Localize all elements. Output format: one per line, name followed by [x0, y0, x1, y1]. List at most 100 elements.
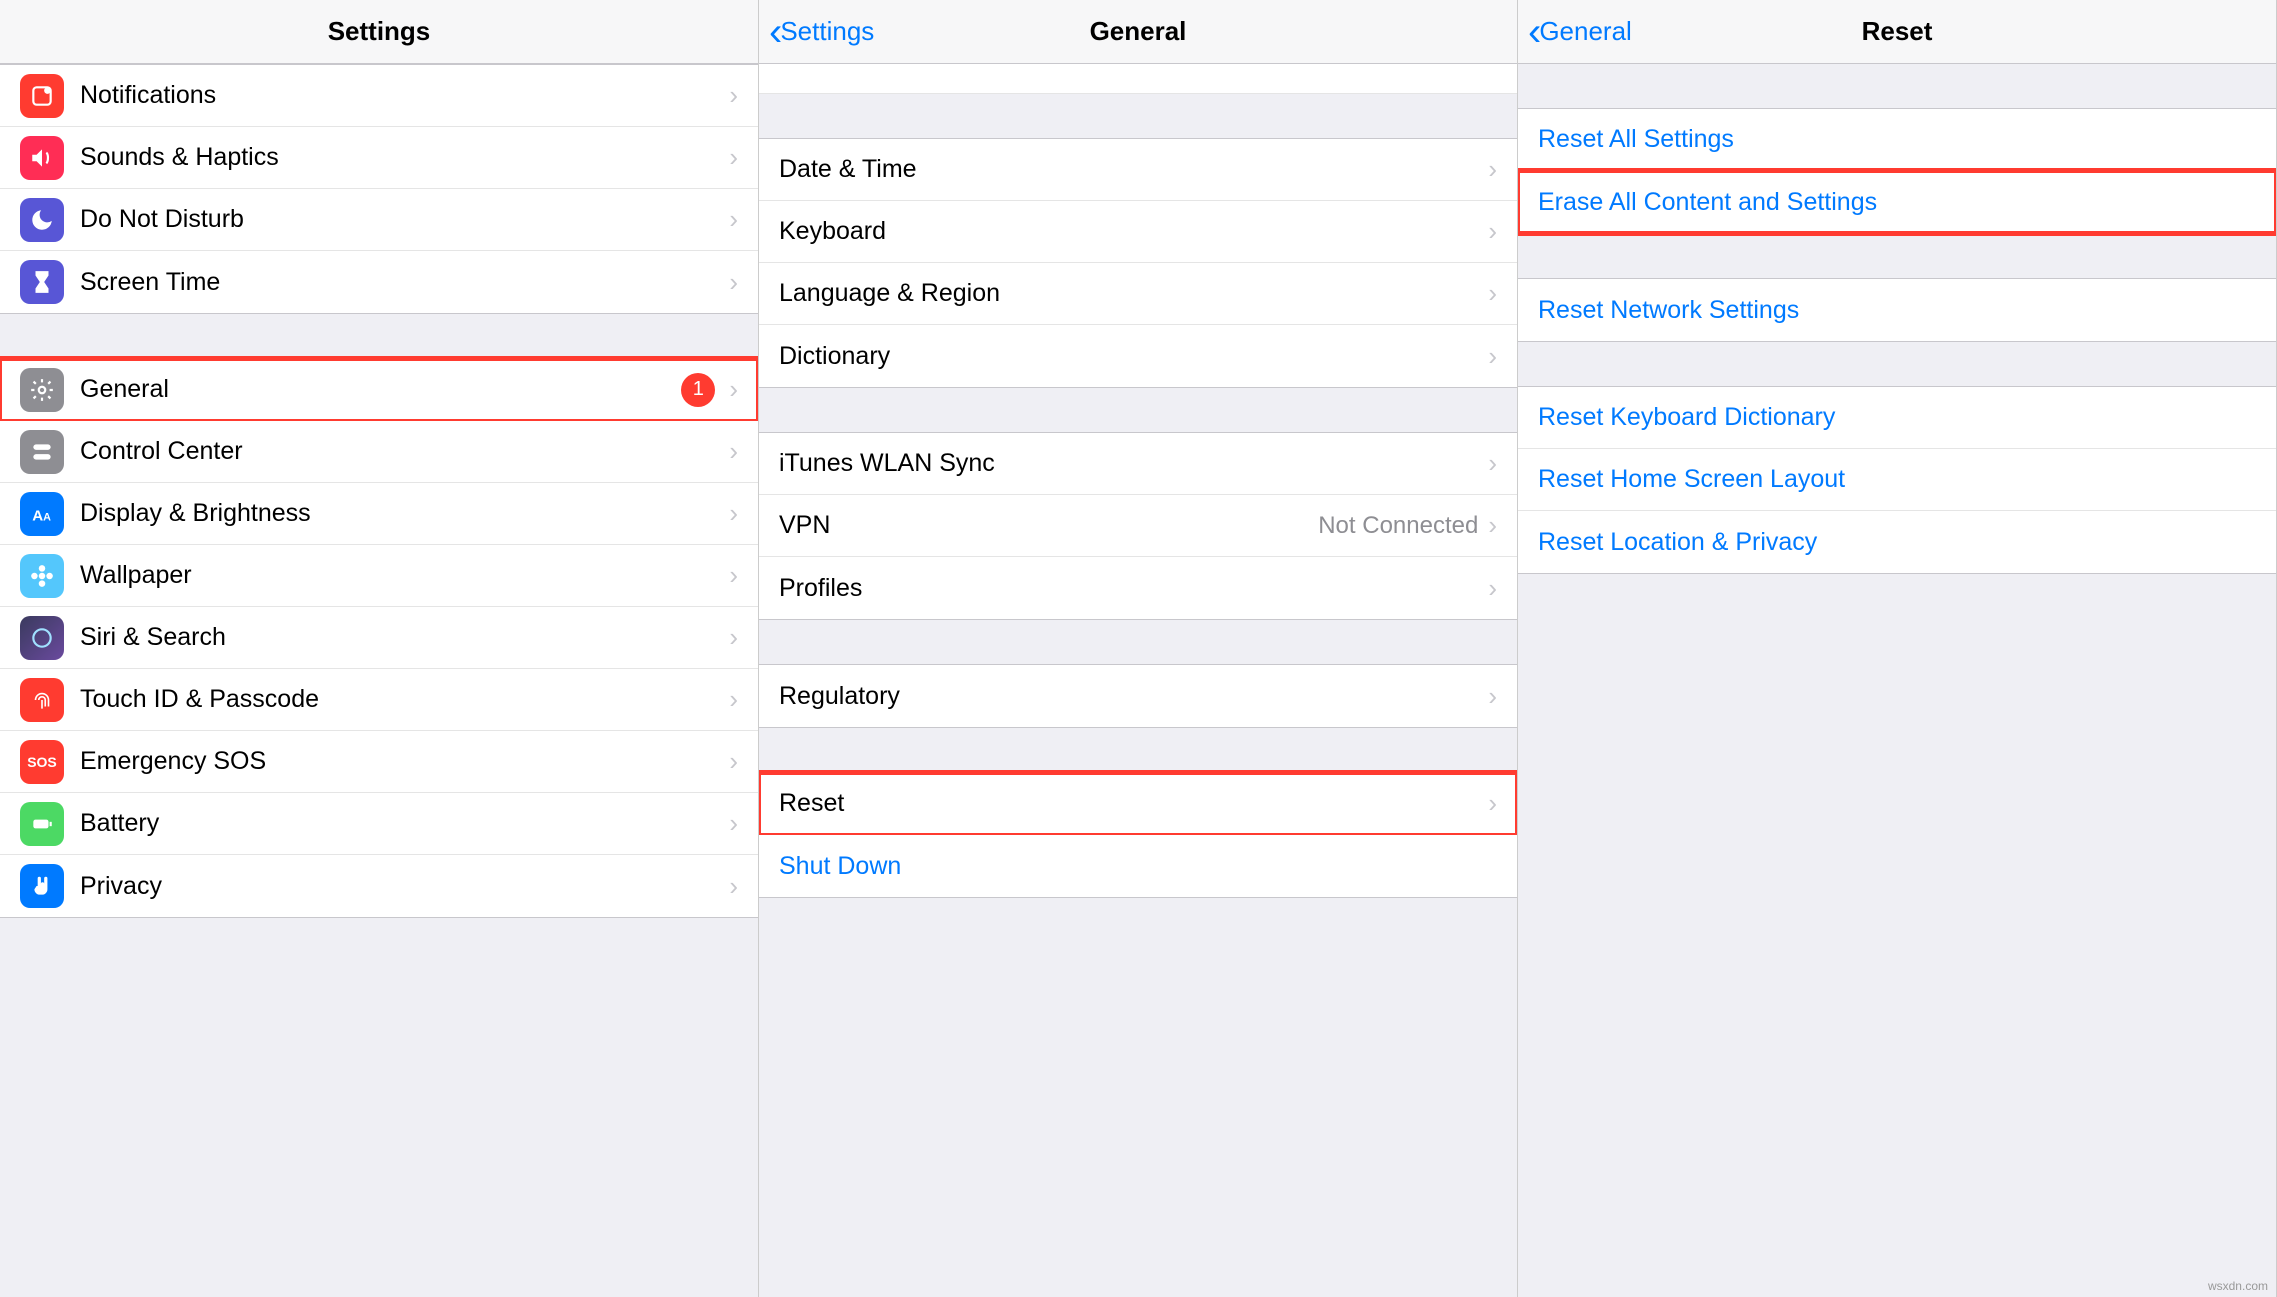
row-label: Reset All Settings [1538, 125, 2256, 154]
text-size-icon: AA [20, 492, 64, 536]
row-label: General [80, 375, 681, 404]
row-label: Regulatory [779, 682, 1488, 711]
navbar-general: ‹ Settings General [759, 0, 1517, 64]
page-title: General [1090, 16, 1187, 47]
row-reset-all-settings[interactable]: Reset All Settings [1518, 109, 2276, 171]
row-reset-location-privacy[interactable]: Reset Location & Privacy [1518, 511, 2276, 573]
row-label: Date & Time [779, 155, 1488, 184]
chevron-right-icon: › [729, 142, 738, 173]
row-vpn[interactable]: VPNNot Connected › [759, 495, 1517, 557]
section-spacer [759, 388, 1517, 432]
reset-list: Reset All Settings Erase All Content and… [1518, 64, 2276, 1297]
row-screen-time[interactable]: Screen Time › [0, 251, 758, 313]
row-do-not-disturb[interactable]: Do Not Disturb › [0, 189, 758, 251]
row-regulatory[interactable]: Regulatory› [759, 665, 1517, 727]
svg-text:A: A [32, 507, 43, 524]
row-label: Notifications [80, 81, 729, 110]
row-keyboard[interactable]: Keyboard› [759, 201, 1517, 263]
chevron-right-icon: › [729, 436, 738, 467]
section-spacer [0, 314, 758, 358]
row-erase-all-content-settings[interactable]: Erase All Content and Settings [1518, 171, 2276, 233]
sos-icon: SOS [20, 740, 64, 784]
row-label: Emergency SOS [80, 747, 729, 776]
chevron-right-icon: › [1488, 573, 1497, 604]
row-label: Control Center [80, 437, 729, 466]
page-title: Reset [1862, 16, 1933, 47]
chevron-right-icon: › [729, 80, 738, 111]
row-reset-network-settings[interactable]: Reset Network Settings [1518, 279, 2276, 341]
row-label: Reset Network Settings [1538, 296, 2256, 325]
section-spacer [1518, 342, 2276, 386]
general-list: Date & Time› Keyboard› Language & Region… [759, 64, 1517, 1297]
chevron-right-icon: › [1488, 510, 1497, 541]
row-reset-keyboard-dictionary[interactable]: Reset Keyboard Dictionary [1518, 387, 2276, 449]
row-date-time[interactable]: Date & Time› [759, 139, 1517, 201]
gear-icon [20, 368, 64, 412]
hourglass-icon [20, 260, 64, 304]
row-label: Reset Location & Privacy [1538, 528, 2256, 557]
row-label: Reset [779, 789, 1488, 818]
row-dictionary[interactable]: Dictionary› [759, 325, 1517, 387]
row-profiles[interactable]: Profiles› [759, 557, 1517, 619]
row-label: VPN [779, 511, 1318, 540]
chevron-right-icon: › [729, 871, 738, 902]
notifications-icon [20, 74, 64, 118]
back-button[interactable]: ‹ Settings [769, 12, 874, 52]
row-privacy[interactable]: Privacy › [0, 855, 758, 917]
row-label: Keyboard [779, 217, 1488, 246]
row-notifications[interactable]: Notifications › [0, 65, 758, 127]
svg-text:A: A [43, 511, 51, 523]
chevron-right-icon: › [729, 622, 738, 653]
chevron-right-icon: › [1488, 341, 1497, 372]
section-spacer [759, 620, 1517, 664]
row-label: Profiles [779, 574, 1488, 603]
row-reset[interactable]: Reset› [759, 773, 1517, 835]
row-label: Language & Region [779, 279, 1488, 308]
row-label: Battery [80, 809, 729, 838]
back-label: Settings [780, 16, 874, 47]
chevron-right-icon: › [1488, 448, 1497, 479]
navbar-settings: Settings [0, 0, 758, 64]
row-label: Siri & Search [80, 623, 729, 652]
row-label: Dictionary [779, 342, 1488, 371]
row-label: Shut Down [779, 852, 1497, 881]
back-button[interactable]: ‹ General [1528, 12, 1632, 52]
chevron-right-icon: › [1488, 681, 1497, 712]
row-wallpaper[interactable]: Wallpaper › [0, 545, 758, 607]
chevron-right-icon: › [729, 498, 738, 529]
row-label: Do Not Disturb [80, 205, 729, 234]
row-label: iTunes WLAN Sync [779, 449, 1488, 478]
chevron-right-icon: › [1488, 788, 1497, 819]
chevron-right-icon: › [729, 808, 738, 839]
toggles-icon [20, 430, 64, 474]
sounds-icon [20, 136, 64, 180]
row-emergency-sos[interactable]: SOS Emergency SOS › [0, 731, 758, 793]
row-siri-search[interactable]: Siri & Search › [0, 607, 758, 669]
row-display-brightness[interactable]: AA Display & Brightness › [0, 483, 758, 545]
battery-icon [20, 802, 64, 846]
navbar-reset: ‹ General Reset [1518, 0, 2276, 64]
section-spacer [759, 94, 1517, 138]
watermark: wsxdn.com [2208, 1279, 2268, 1293]
siri-icon [20, 616, 64, 660]
row-touch-id-passcode[interactable]: Touch ID & Passcode › [0, 669, 758, 731]
row-itunes-wlan-sync[interactable]: iTunes WLAN Sync› [759, 433, 1517, 495]
row-detail: Not Connected [1318, 512, 1478, 540]
row-label: Touch ID & Passcode [80, 685, 729, 714]
row-label: Screen Time [80, 268, 729, 297]
chevron-right-icon: › [729, 746, 738, 777]
row-general[interactable]: General 1 › [0, 359, 758, 421]
row-sounds-haptics[interactable]: Sounds & Haptics › [0, 127, 758, 189]
row-shut-down[interactable]: Shut Down [759, 835, 1517, 897]
row-language-region[interactable]: Language & Region› [759, 263, 1517, 325]
row-battery[interactable]: Battery › [0, 793, 758, 855]
row-reset-home-screen-layout[interactable]: Reset Home Screen Layout [1518, 449, 2276, 511]
row-label: Sounds & Haptics [80, 143, 729, 172]
row-label: Display & Brightness [80, 499, 729, 528]
row-control-center[interactable]: Control Center › [0, 421, 758, 483]
chevron-right-icon: › [729, 374, 738, 405]
chevron-right-icon: › [729, 684, 738, 715]
hand-icon [20, 864, 64, 908]
chevron-right-icon: › [729, 204, 738, 235]
settings-list: Notifications › Sounds & Haptics › Do No… [0, 64, 758, 1297]
